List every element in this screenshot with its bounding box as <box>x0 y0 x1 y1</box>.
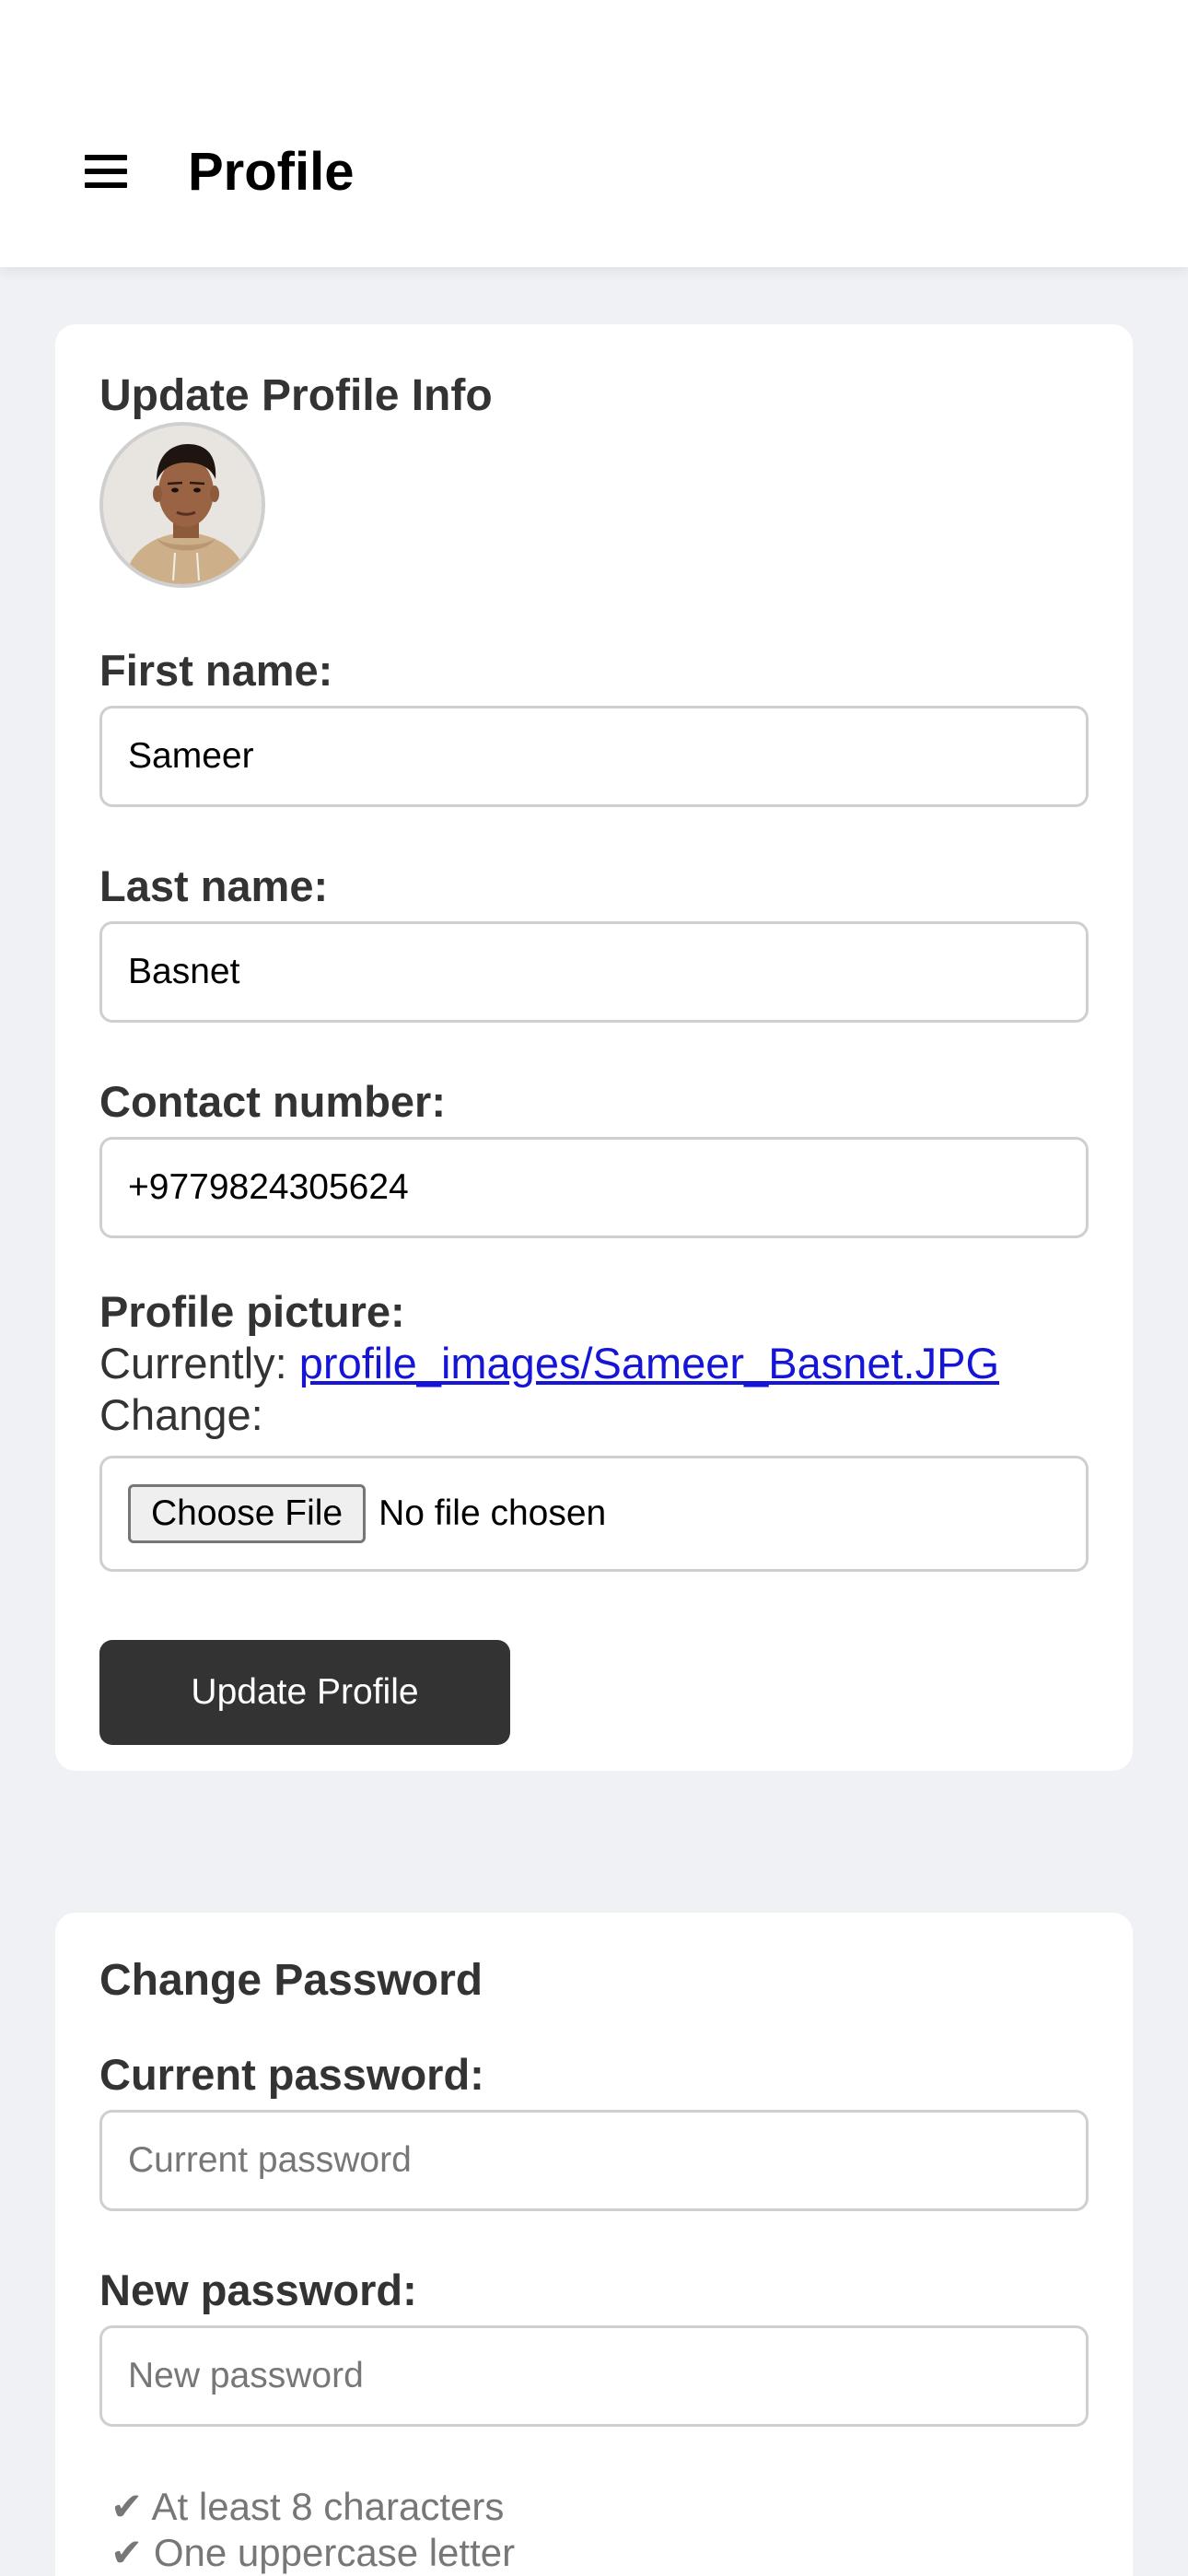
new-password-label: New password: <box>99 2266 417 2314</box>
contact-number-input[interactable] <box>99 1137 1089 1238</box>
current-password-label: Current password: <box>99 2050 484 2099</box>
current-picture-link[interactable]: profile_images/Sameer_Basnet.JPG <box>299 1339 999 1388</box>
contact-number-label: Contact number: <box>99 1077 446 1126</box>
last-name-input[interactable] <box>99 921 1089 1023</box>
update-profile-card: Update Profile Info First name: Sameer L… <box>55 324 1133 1771</box>
change-password-card: Change Password Current password: New pa… <box>55 1913 1133 2576</box>
current-password-input[interactable] <box>99 2110 1089 2211</box>
change-password-title: Change Password <box>99 1956 483 2005</box>
new-password-input[interactable] <box>99 2325 1089 2427</box>
hamburger-menu-icon[interactable] <box>85 155 131 192</box>
choose-file-button[interactable]: Choose File <box>128 1484 367 1543</box>
avatar-portrait <box>103 426 262 584</box>
requirement-item: ✔ At least 8 characters <box>111 2485 505 2528</box>
requirement-item: ✔ One uppercase letter <box>111 2531 516 2574</box>
file-input: Choose File No file chosen <box>99 1456 1089 1572</box>
update-profile-button[interactable]: Update Profile <box>99 1640 510 1745</box>
update-profile-title: Update Profile Info <box>99 371 493 420</box>
avatar <box>99 422 265 588</box>
first-name-input[interactable] <box>99 706 1089 807</box>
currently-label: Currently: <box>99 1339 287 1388</box>
profile-picture-label: Profile picture: <box>99 1287 405 1336</box>
first-name-label: First name: <box>99 646 333 695</box>
last-name-label: Last name: <box>99 861 329 910</box>
password-requirements: ✔ At least 8 characters ✔ One uppercase … <box>99 2484 1089 2576</box>
current-picture-row: Currently: profile_images/Sameer_Basnet.… <box>99 1338 1089 1389</box>
app-header: Profile <box>0 0 1188 267</box>
change-label: Change: <box>99 1390 263 1439</box>
file-status: No file chosen <box>379 1493 607 1533</box>
page-title: Profile <box>188 142 355 202</box>
